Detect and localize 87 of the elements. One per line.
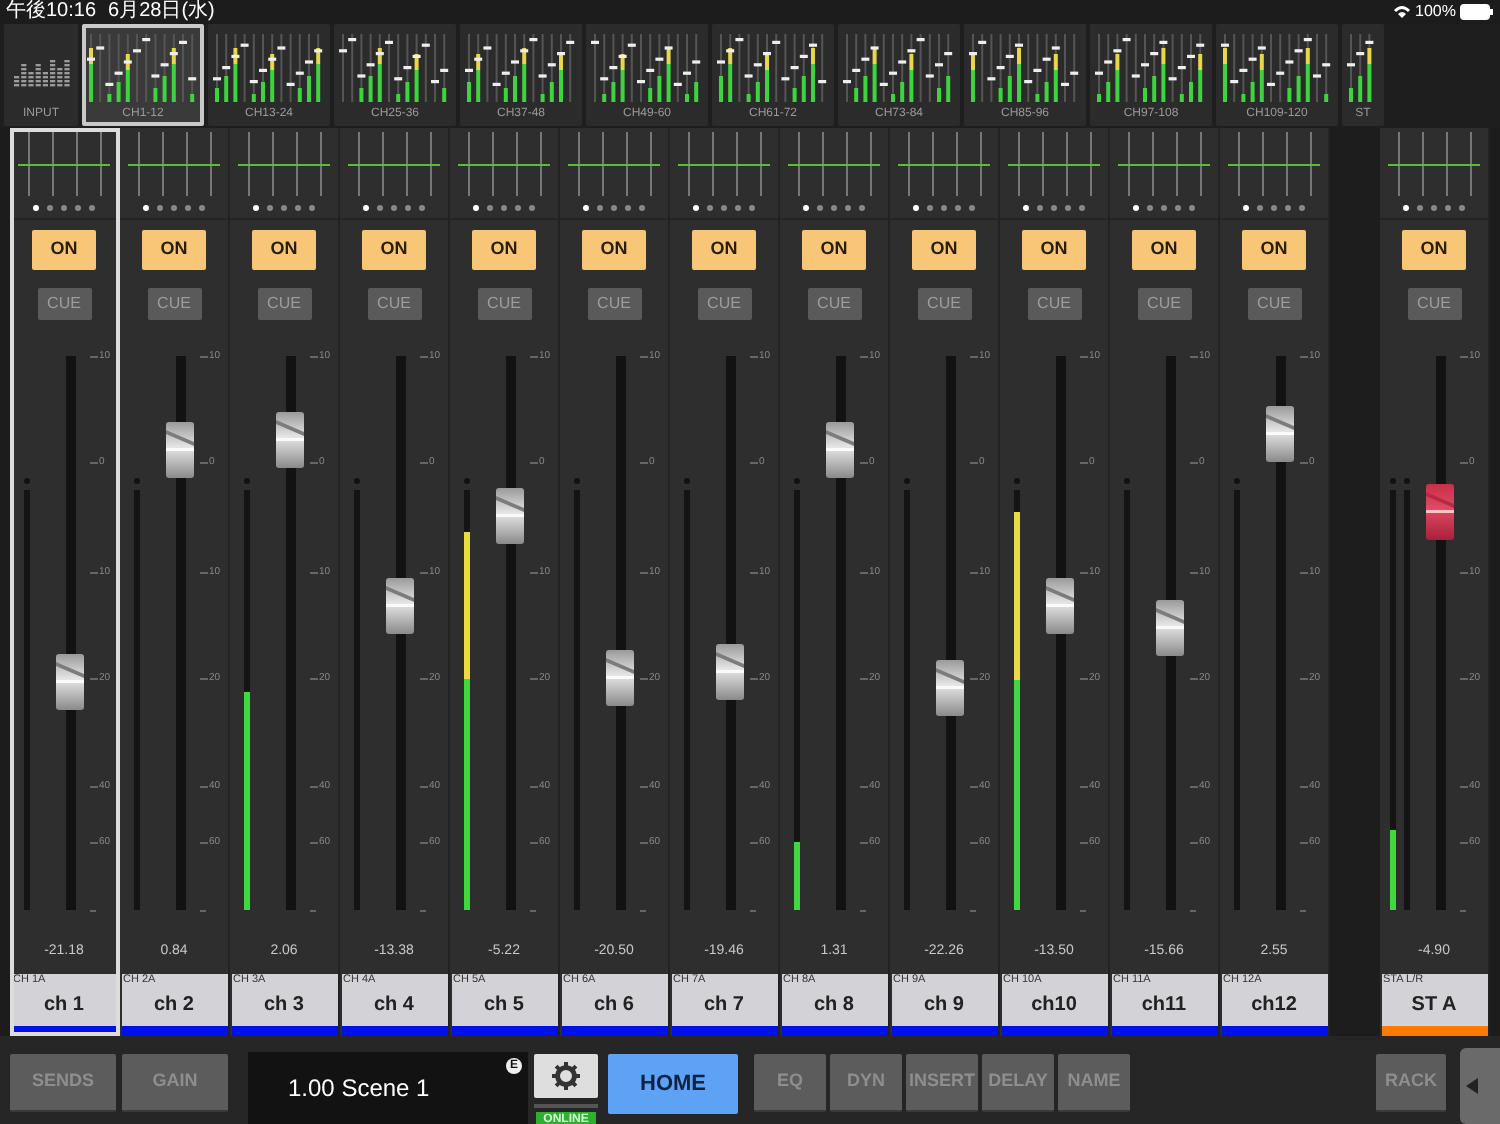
fader-knob[interactable]	[1046, 577, 1074, 634]
fader-knob[interactable]	[1156, 599, 1184, 656]
eq-curve-drawing	[1116, 132, 1212, 198]
mini-faders-drawing	[464, 30, 578, 106]
mini-faders-drawing	[590, 30, 704, 106]
fader-knob[interactable]	[56, 654, 84, 711]
on-button[interactable]: ON	[1132, 230, 1196, 270]
on-button[interactable]: ON	[1242, 230, 1306, 270]
on-button[interactable]: ON	[582, 230, 646, 270]
mini-faders-drawing	[1094, 30, 1208, 106]
page-indicator	[32, 204, 96, 212]
settings-icon	[552, 1062, 580, 1090]
channel-name: ST A	[1411, 995, 1457, 1015]
channel-name: ch 6	[593, 995, 634, 1015]
page-indicator	[912, 204, 976, 212]
on-button[interactable]: ON	[362, 230, 426, 270]
eq-curve-drawing	[126, 132, 222, 198]
on-button[interactable]: ON	[472, 230, 536, 270]
eq-curve-drawing	[1226, 132, 1322, 198]
battery-percent: 100%	[1415, 0, 1456, 24]
clock-time: 午後10:16	[6, 0, 97, 24]
fader-knob[interactable]	[1426, 483, 1454, 540]
meter-bars-icon	[13, 56, 69, 88]
fader-knob[interactable]	[166, 422, 194, 479]
fader-knob[interactable]	[496, 488, 524, 545]
date-text: 6月28日(水)	[108, 0, 215, 24]
eq-curve-drawing	[676, 132, 772, 198]
mini-faders-drawing	[86, 30, 200, 106]
page-indicator	[582, 204, 646, 212]
page-indicator	[1402, 204, 1466, 212]
eq-curve-drawing	[896, 132, 992, 198]
page-indicator	[252, 204, 316, 212]
channel-name: ch 9	[923, 995, 964, 1015]
eq-curve-drawing	[16, 132, 112, 198]
on-button[interactable]: ON	[1022, 230, 1086, 270]
on-button[interactable]: ON	[252, 230, 316, 270]
fader-knob[interactable]	[606, 649, 634, 706]
channel-name: ch 1	[43, 995, 84, 1015]
eq-curve-drawing	[456, 132, 552, 198]
page-indicator	[1242, 204, 1306, 212]
fader-knob[interactable]	[276, 411, 304, 468]
battery-icon	[1460, 4, 1494, 20]
channel-name: ch12	[1251, 995, 1297, 1015]
home-button[interactable]: HOME	[608, 1054, 738, 1114]
mini-faders-drawing	[842, 30, 956, 106]
wifi-icon	[1391, 4, 1412, 20]
eq-curve-drawing	[346, 132, 442, 198]
channel-name: ch10	[1031, 995, 1077, 1015]
channel-name: ch 2	[153, 995, 194, 1015]
scene-name: 1.00 Scene 1	[288, 1072, 430, 1106]
channel-name: ch11	[1141, 995, 1187, 1015]
eq-curve-drawing	[566, 132, 662, 198]
settings-button[interactable]	[534, 1054, 598, 1098]
channel-name: ch 3	[263, 995, 304, 1015]
on-button[interactable]: ON	[32, 230, 96, 270]
channel-name: ch 4	[373, 995, 414, 1015]
page-indicator	[362, 204, 426, 212]
fader-knob[interactable]	[936, 660, 964, 717]
mini-faders-drawing	[1220, 30, 1334, 106]
fader-knob[interactable]	[716, 643, 744, 700]
eq-curve-drawing	[1386, 132, 1482, 198]
page-indicator	[1022, 204, 1086, 212]
page-indicator	[692, 204, 756, 212]
side-panel-tab[interactable]	[1460, 1048, 1500, 1124]
mini-faders-drawing	[968, 30, 1082, 106]
fader-knob[interactable]	[1266, 405, 1294, 462]
left-arrow-icon	[1466, 1078, 1478, 1094]
on-button[interactable]: ON	[912, 230, 976, 270]
eq-curve-drawing	[1006, 132, 1102, 198]
channel-name: ch 8	[813, 995, 854, 1015]
on-button[interactable]: ON	[692, 230, 756, 270]
page-indicator	[142, 204, 206, 212]
mini-faders-drawing	[716, 30, 830, 106]
channel-name: ch 7	[703, 995, 744, 1015]
fader-knob[interactable]	[826, 422, 854, 479]
on-button[interactable]: ON	[1402, 230, 1466, 270]
page-indicator	[472, 204, 536, 212]
eq-curve-drawing	[236, 132, 332, 198]
page-indicator	[802, 204, 866, 212]
on-button[interactable]: ON	[802, 230, 866, 270]
mini-faders-drawing	[212, 30, 326, 106]
eq-curve-drawing	[786, 132, 882, 198]
channel-name: ch 5	[483, 995, 524, 1015]
mini-faders-drawing	[338, 30, 452, 106]
page-indicator	[1132, 204, 1196, 212]
fader-knob[interactable]	[386, 577, 414, 634]
on-button[interactable]: ON	[142, 230, 206, 270]
